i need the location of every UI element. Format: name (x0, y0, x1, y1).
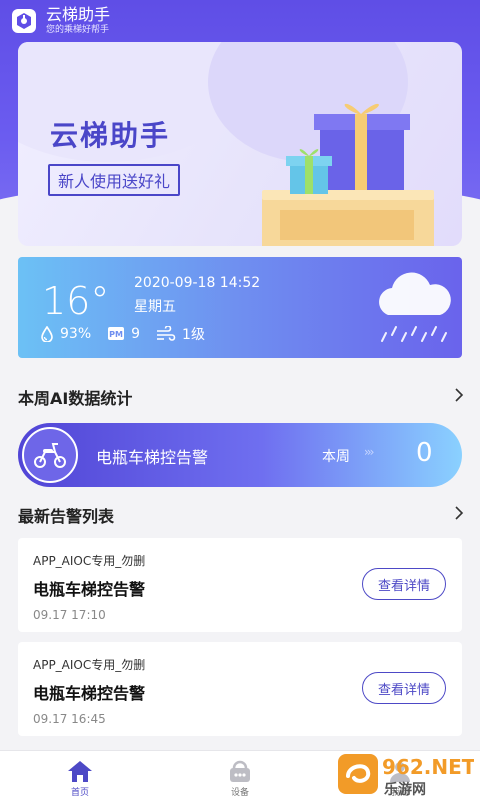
pm-icon: PM (107, 326, 125, 342)
tab-device-label: 设备 (230, 788, 249, 798)
view-details-button[interactable]: 查看详情 (362, 672, 446, 704)
promo-banner[interactable]: 云梯助手 新人使用送好礼 (18, 42, 462, 246)
humidity-icon (40, 326, 54, 342)
stats-chevron-right-icon[interactable] (454, 387, 464, 403)
alert-title: 电瓶车梯控告警 (33, 580, 146, 599)
stats-label: 电瓶车梯控告警 (96, 448, 209, 467)
alert-source: APP_AIOC专用_勿删 (33, 658, 146, 672)
app-subtitle: 您的乘梯好帮手 (46, 25, 110, 35)
svg-text:PM: PM (109, 330, 123, 339)
alert-source: APP_AIOC专用_勿删 (33, 554, 146, 568)
stats-section-title: 本周AI数据统计 (18, 389, 133, 408)
watermark-site: 962.NET (382, 755, 474, 779)
banner-title: 云梯助手 (50, 119, 171, 152)
humidity-metric: 93% (40, 326, 91, 342)
view-details-button[interactable]: 查看详情 (362, 568, 446, 600)
alerts-chevron-right-icon[interactable] (454, 505, 464, 521)
alert-card[interactable]: APP_AIOC专用_勿删 电瓶车梯控告警 09.17 17:10 查看详情 (18, 538, 462, 632)
app-logo-icon (12, 9, 36, 33)
alert-time: 09.17 17:10 (33, 608, 106, 622)
pm-value: 9 (131, 326, 141, 342)
weather-metrics: 93% PM 9 1级 (40, 324, 221, 344)
tab-home[interactable]: 首页 (0, 751, 160, 800)
alerts-section-title: 最新告警列表 (18, 507, 115, 526)
site-watermark: 962.NET 乐游网 (338, 754, 474, 798)
stats-count: 0 (416, 438, 433, 468)
pm-metric: PM 9 (107, 326, 140, 342)
alert-card[interactable]: APP_AIOC专用_勿删 电瓶车梯控告警 09.17 16:45 查看详情 (18, 642, 462, 736)
scooter-icon (22, 427, 78, 483)
tab-device[interactable]: 设备 (160, 751, 320, 800)
app-header: 云梯助手 您的乘梯好帮手 (0, 0, 480, 42)
alert-title: 电瓶车梯控告警 (33, 684, 146, 703)
wind-icon (156, 326, 176, 342)
home-icon (68, 761, 92, 782)
humidity-value: 93% (60, 326, 92, 342)
temperature: 16° (42, 279, 110, 323)
app-title: 云梯助手 (46, 5, 111, 24)
weather-card: 16° 2020-09-18 14:52 星期五 93% PM 9 1级 (18, 257, 462, 358)
alert-time: 09.17 16:45 (33, 712, 106, 726)
gift-illustration-icon (262, 103, 434, 246)
weather-weekday: 星期五 (134, 299, 176, 315)
weather-datetime: 2020-09-18 14:52 (134, 275, 261, 291)
wind-value: 1级 (182, 327, 205, 343)
wind-metric: 1级 (156, 324, 205, 344)
banner-tag: 新人使用送好礼 (48, 164, 181, 196)
ai-stats-card[interactable]: 电瓶车梯控告警 本周 ››› 0 (18, 423, 462, 487)
stats-period: 本周 (322, 449, 350, 465)
tab-home-label: 首页 (70, 788, 89, 798)
rain-cloud-icon (379, 272, 451, 342)
device-icon (230, 760, 250, 782)
watermark-tagline: 乐游网 (384, 781, 426, 798)
stats-arrows-icon: ››› (364, 445, 375, 459)
